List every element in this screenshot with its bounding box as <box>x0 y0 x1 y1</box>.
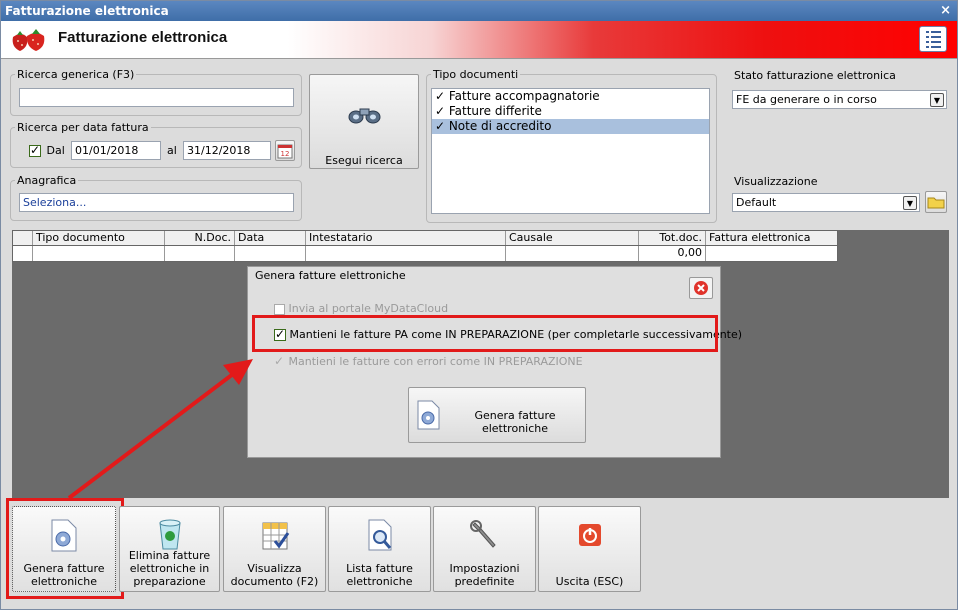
main-window: Fatturazione elettronica × Fatturazione … <box>0 0 958 610</box>
lista-label: Lista fatture elettroniche <box>346 562 413 588</box>
wrench-icon <box>469 520 496 548</box>
uscita-button[interactable]: Uscita (ESC) <box>538 506 641 592</box>
document-gear-icon <box>51 519 77 552</box>
elimina-button[interactable]: Elimina fatture elettroniche in preparaz… <box>119 506 220 592</box>
power-icon <box>578 524 601 546</box>
genera-label: Genera fatture elettroniche <box>23 562 105 588</box>
impostazioni-button[interactable]: Impostazioni predefinite <box>433 506 536 592</box>
document-search-icon <box>368 519 391 551</box>
impostazioni-label: Impostazioni predefinite <box>449 562 520 588</box>
recycle-bin-icon <box>158 519 181 550</box>
document-check-icon <box>262 522 289 550</box>
lista-button[interactable]: Lista fatture elettroniche <box>328 506 431 592</box>
visualizza-button[interactable]: Visualizza documento (F2) <box>223 506 326 592</box>
elimina-label: Elimina fatture elettroniche in preparaz… <box>128 549 211 588</box>
genera-button[interactable]: Genera fatture elettroniche <box>12 506 116 592</box>
uscita-label: Uscita (ESC) <box>555 575 624 588</box>
visualizza-label: Visualizza documento (F2) <box>230 562 319 588</box>
